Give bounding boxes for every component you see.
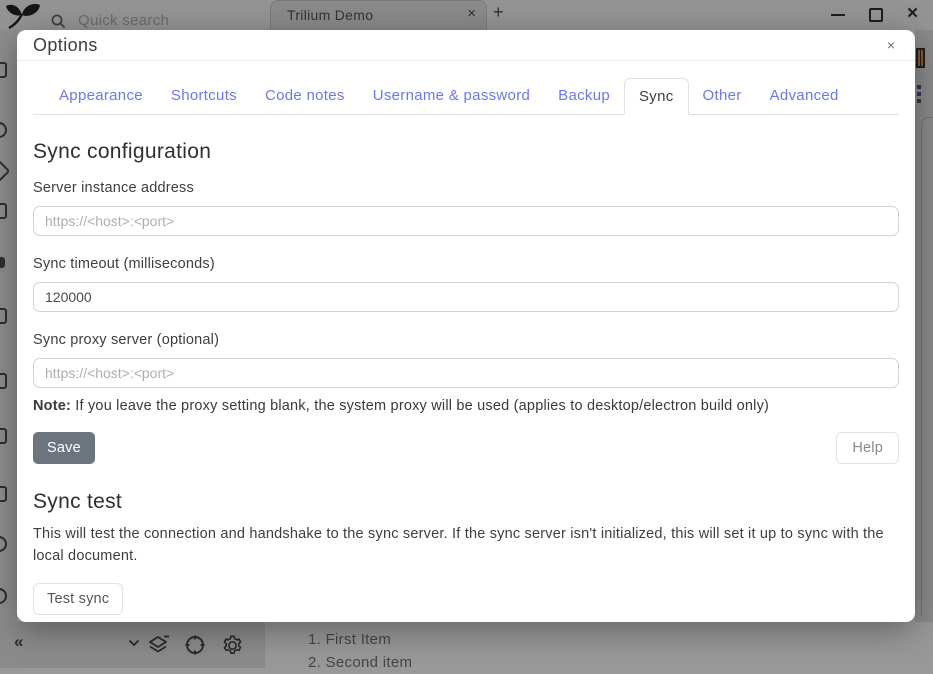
sync-test-description: This will test the connection and handsh… (33, 523, 899, 567)
window-titlebar: Quick search Trilium Demo × + × (0, 0, 933, 30)
proxy-server-input[interactable] (33, 358, 899, 388)
collapse-subtree-icon[interactable] (147, 634, 171, 656)
server-address-label: Server instance address (33, 180, 899, 197)
options-dialog: Options × Appearance Shortcuts Code note… (17, 30, 915, 622)
launcher-icon-fragment (0, 486, 7, 502)
dialog-close-icon[interactable]: × (883, 37, 899, 53)
app-tab-trilium-demo[interactable]: Trilium Demo × (270, 0, 487, 30)
launcher-icon-fragment (0, 203, 7, 219)
launcher-icon-fragment (0, 257, 5, 268)
tab-other[interactable]: Other (689, 78, 756, 114)
list-item: 2. Second item (308, 651, 412, 674)
sync-timeout-label: Sync timeout (milliseconds) (33, 256, 899, 273)
dialog-title: Options (33, 35, 98, 56)
collapse-tree-icon[interactable]: « (14, 632, 23, 652)
sync-options-panel: Sync configuration Server instance addre… (17, 139, 915, 615)
tab-close-icon[interactable]: × (467, 5, 476, 22)
server-address-input[interactable] (33, 206, 899, 236)
save-button[interactable]: Save (33, 432, 95, 464)
settings-gear-icon[interactable] (221, 634, 244, 657)
launcher-icon-fragment (0, 160, 10, 183)
options-tab-bar: Appearance Shortcuts Code notes Username… (33, 78, 899, 115)
proxy-server-label: Sync proxy server (optional) (33, 332, 899, 349)
tab-advanced[interactable]: Advanced (756, 78, 853, 114)
test-sync-button[interactable]: Test sync (33, 583, 123, 615)
tab-shortcuts[interactable]: Shortcuts (157, 78, 251, 114)
launcher-icon-fragment (0, 536, 7, 552)
launcher-icon-fragment (0, 428, 7, 444)
trilium-logo-icon (5, 2, 43, 29)
launcher-icon-fragment (0, 122, 7, 138)
bookmark-icon (916, 48, 925, 68)
quick-search-input[interactable]: Quick search (78, 12, 169, 29)
proxy-note: Note: If you leave the proxy setting bla… (33, 398, 899, 415)
detail-panel-border (921, 117, 933, 617)
sync-config-actions: Save Help (33, 432, 899, 464)
search-icon (51, 14, 66, 29)
window-minimize-button[interactable] (831, 14, 845, 16)
note-label: Note: (33, 398, 71, 414)
launcher-icon-fragment (0, 308, 7, 324)
tab-username-password[interactable]: Username & password (359, 78, 544, 114)
note-tree-pane-bottom: « (0, 622, 265, 668)
window-close-button[interactable]: × (907, 3, 918, 25)
launcher-icon-fragment (0, 373, 7, 389)
launcher-icon-fragment (0, 62, 7, 78)
chevron-down-icon[interactable] (128, 639, 140, 647)
sync-configuration-heading: Sync configuration (33, 139, 899, 164)
scroll-to-active-note-icon[interactable] (184, 634, 206, 656)
note-text: If you leave the proxy setting blank, th… (71, 398, 769, 414)
launcher-sidebar-partial (0, 30, 17, 622)
options-dialog-header: Options × (17, 30, 915, 61)
right-pane-partial (915, 30, 933, 622)
tab-backup[interactable]: Backup (544, 78, 624, 114)
note-content-list: 1. First Item 2. Second item (308, 628, 412, 674)
launcher-icon-fragment (0, 588, 7, 604)
new-tab-button[interactable]: + (493, 2, 504, 23)
sync-timeout-input[interactable] (33, 282, 899, 312)
tab-appearance[interactable]: Appearance (45, 78, 157, 114)
background-bottom: « 1. First Item 2. Second item (0, 622, 933, 668)
tab-code-notes[interactable]: Code notes (251, 78, 359, 114)
sync-test-heading: Sync test (33, 489, 899, 514)
help-button[interactable]: Help (836, 432, 899, 464)
vertical-ellipsis-icon (917, 85, 921, 107)
window-maximize-button[interactable] (869, 8, 883, 22)
list-item: 1. First Item (308, 628, 412, 651)
tab-sync[interactable]: Sync (624, 78, 689, 115)
app-tab-label: Trilium Demo (287, 7, 373, 23)
